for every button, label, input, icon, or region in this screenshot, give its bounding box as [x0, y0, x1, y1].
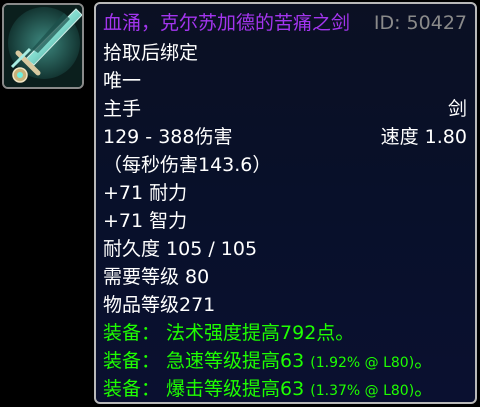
equip-haste-detail: (1.92% @ L80): [310, 355, 415, 371]
equip-haste-period: 。: [414, 350, 434, 372]
equip-crit-main: 装备： 爆击等级提高63: [103, 378, 305, 400]
equip-spell-power: 装备： 法术强度提高792点。: [103, 322, 355, 344]
item-id: ID: 50427: [373, 12, 467, 34]
item-slot: 主手: [103, 98, 142, 120]
item-unique: 唯一: [103, 70, 142, 92]
item-slot-row: 主手 剑: [103, 95, 467, 123]
item-type: 剑: [447, 98, 467, 120]
item-stamina: +71 耐力: [103, 182, 188, 204]
item-level: 物品等级271: [103, 294, 216, 316]
equip-haste: 装备： 急速等级提高63 (1.92% @ L80)。: [103, 347, 467, 375]
item-damage: 129 - 388伤害: [103, 126, 233, 148]
equip-crit-detail: (1.37% @ L80): [310, 383, 415, 399]
item-tooltip: 血涌，克尔苏加德的苦痛之剑 ID: 50427 拾取后绑定 唯一 主手 剑 12…: [94, 2, 477, 404]
item-dps: （每秒伤害143.6）: [103, 154, 272, 176]
equip-crit: 装备： 爆击等级提高63 (1.37% @ L80)。: [103, 375, 467, 403]
item-name: 血涌，克尔苏加德的苦痛之剑: [103, 12, 351, 34]
item-header-row: 血涌，克尔苏加德的苦痛之剑 ID: 50427: [103, 9, 467, 37]
equip-haste-main: 装备： 急速等级提高63: [103, 350, 305, 372]
item-bind: 拾取后绑定: [103, 42, 199, 64]
item-tooltip-screen: 血涌，克尔苏加德的苦痛之剑 ID: 50427 拾取后绑定 唯一 主手 剑 12…: [0, 0, 480, 407]
sword-icon[interactable]: [2, 3, 84, 89]
equip-crit-period: 。: [414, 378, 434, 400]
item-required-level: 需要等级 80: [103, 266, 210, 288]
item-intellect: +71 智力: [103, 210, 188, 232]
item-damage-row: 129 - 388伤害 速度 1.80: [103, 123, 467, 151]
item-durability: 耐久度 105 / 105: [103, 238, 258, 260]
item-speed: 速度 1.80: [380, 126, 467, 148]
